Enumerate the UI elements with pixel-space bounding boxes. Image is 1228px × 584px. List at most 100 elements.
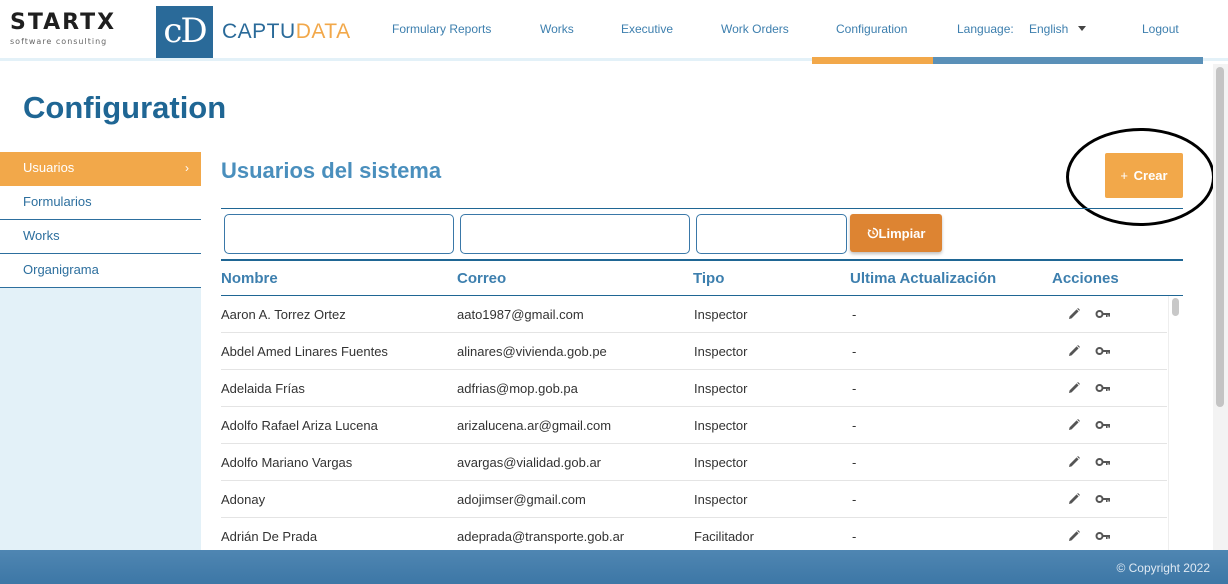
cell-ultima: - [852, 344, 857, 359]
captudata-wordmark: CAPTUDATA [222, 20, 351, 44]
sidebar-item-organigrama[interactable]: Organigrama [0, 254, 201, 288]
sidebar-item-usuarios[interactable]: Usuarios › [0, 152, 201, 186]
table-header: Nombre Correo Tipo Ultima Actualización … [221, 259, 1183, 296]
column-header-ultima-actualizacion[interactable]: Ultima Actualización [850, 270, 996, 287]
create-button-label: Crear [1133, 168, 1168, 183]
sidebar-item-label: Usuarios [23, 160, 75, 175]
key-icon[interactable] [1095, 454, 1111, 470]
sidebar-item-label: Formularios [23, 194, 92, 209]
caret-down-icon [1078, 26, 1087, 32]
key-icon[interactable] [1095, 491, 1111, 507]
table-row[interactable]: Abdel Amed Linares Fuentes alinares@vivi… [221, 333, 1167, 370]
key-icon[interactable] [1095, 306, 1111, 322]
key-icon[interactable] [1095, 380, 1111, 396]
cell-tipo: Inspector [694, 492, 748, 507]
cell-correo: adeprada@transporte.gob.ar [457, 529, 625, 544]
nav-executive[interactable]: Executive [621, 22, 673, 36]
product-name-part2: DATA [295, 20, 351, 43]
cell-tipo: Inspector [694, 381, 748, 396]
active-nav-indicator [812, 57, 933, 64]
cell-correo: adfrias@mop.gob.pa [457, 381, 578, 396]
pencil-icon[interactable] [1066, 343, 1082, 359]
filter-type-input[interactable] [696, 214, 847, 254]
table-row[interactable]: Aaron A. Torrez Ortez aato1987@gmail.com… [221, 296, 1167, 333]
sidebar-item-label: Organigrama [23, 262, 99, 277]
section-title: Usuarios del sistema [221, 158, 442, 183]
startx-name: STARTX [10, 10, 117, 35]
nav-works[interactable]: Works [540, 22, 574, 36]
create-user-button[interactable]: + Crear [1105, 153, 1183, 198]
page-scrollbar-thumb[interactable] [1216, 67, 1224, 407]
cell-correo: adojimser@gmail.com [457, 492, 586, 507]
sidebar-item-works[interactable]: Works [0, 220, 201, 254]
cell-ultima: - [852, 455, 857, 470]
cell-correo: alinares@vivienda.gob.pe [457, 344, 607, 359]
cell-tipo: Facilitador [694, 529, 754, 544]
pencil-icon[interactable] [1066, 454, 1082, 470]
key-icon[interactable] [1095, 528, 1111, 544]
cell-nombre: Adolfo Rafael Ariza Lucena [221, 418, 378, 433]
pencil-icon[interactable] [1066, 491, 1082, 507]
page-title: Configuration [23, 90, 227, 125]
cell-tipo: Inspector [694, 455, 748, 470]
product-name-part1: CAPTU [222, 20, 296, 43]
pencil-icon[interactable] [1066, 528, 1082, 544]
cell-tipo: Inspector [694, 418, 748, 433]
nav-formulary-reports[interactable]: Formulary Reports [392, 22, 491, 36]
footer: © Copyright 2022 [0, 550, 1228, 584]
captudata-logo-mark[interactable]: cD [156, 6, 213, 59]
copyright-text: © Copyright 2022 [1116, 561, 1210, 575]
cell-correo: aato1987@gmail.com [457, 307, 584, 322]
cell-correo: avargas@vialidad.gob.ar [457, 455, 602, 470]
table-row[interactable]: Adelaida Frías adfrias@mop.gob.pa Inspec… [221, 370, 1167, 407]
top-header: STARTX software consulting cD CAPTUDATA … [0, 0, 1228, 64]
plus-icon: + [1120, 168, 1128, 183]
section-divider [221, 208, 1183, 209]
sidebar-background [0, 286, 201, 550]
column-header-correo[interactable]: Correo [457, 270, 506, 287]
users-table-body: Aaron A. Torrez Ortez aato1987@gmail.com… [221, 296, 1167, 555]
sidebar-item-label: Works [23, 228, 60, 243]
cell-ultima: - [852, 492, 857, 507]
table-row[interactable]: Adonay adojimser@gmail.com Inspector - [221, 481, 1167, 518]
pencil-icon[interactable] [1066, 306, 1082, 322]
reset-icon [867, 227, 878, 238]
language-select[interactable]: English [1029, 22, 1087, 36]
sidebar: Usuarios › Formularios Works Organigrama [0, 152, 201, 288]
sidebar-item-formularios[interactable]: Formularios [0, 186, 201, 220]
cell-nombre: Adrián De Prada [221, 529, 318, 544]
column-header-tipo[interactable]: Tipo [693, 270, 724, 287]
cell-ultima: - [852, 529, 857, 544]
filter-name-input[interactable] [224, 214, 454, 254]
table-scrollbar-thumb[interactable] [1172, 298, 1179, 316]
language-label: Language: [957, 22, 1014, 36]
column-header-nombre[interactable]: Nombre [221, 270, 278, 287]
table-row[interactable]: Adolfo Mariano Vargas avargas@vialidad.g… [221, 444, 1167, 481]
column-header-acciones: Acciones [1052, 270, 1119, 287]
cell-nombre: Aaron A. Torrez Ortez [221, 307, 346, 322]
startx-wordmark: STARTX [10, 12, 150, 34]
cell-correo: arizalucena.ar@gmail.com [457, 418, 612, 433]
key-icon[interactable] [1095, 343, 1111, 359]
language-value: English [1029, 22, 1069, 36]
cell-ultima: - [852, 307, 857, 322]
clear-button-label: Limpiar [878, 225, 926, 241]
pencil-icon[interactable] [1066, 380, 1082, 396]
logout-link[interactable]: Logout [1142, 22, 1179, 36]
filter-email-input[interactable] [460, 214, 690, 254]
clear-filters-button[interactable]: Limpiar [850, 214, 942, 252]
cell-tipo: Inspector [694, 344, 748, 359]
cell-nombre: Abdel Amed Linares Fuentes [221, 344, 388, 359]
startx-logo[interactable]: STARTX software consulting [10, 12, 150, 47]
table-scrollbar[interactable] [1168, 296, 1183, 550]
key-icon[interactable] [1095, 417, 1111, 433]
nav-accent-bar [933, 57, 1203, 64]
nav-configuration[interactable]: Configuration [836, 22, 907, 36]
cell-nombre: Adonay [221, 492, 266, 507]
pencil-icon[interactable] [1066, 417, 1082, 433]
cell-nombre: Adolfo Mariano Vargas [221, 455, 353, 470]
startx-tagline: software consulting [10, 37, 108, 46]
cell-ultima: - [852, 418, 857, 433]
table-row[interactable]: Adolfo Rafael Ariza Lucena arizalucena.a… [221, 407, 1167, 444]
nav-work-orders[interactable]: Work Orders [721, 22, 789, 36]
